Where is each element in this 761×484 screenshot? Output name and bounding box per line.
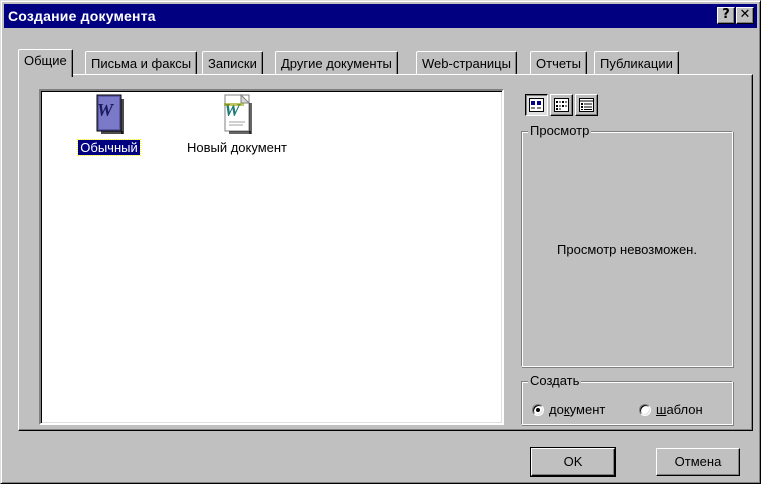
new-document-dialog: Создание документа ? ✕ Общие Письма и фа…: [0, 0, 761, 484]
word-template-icon: W: [96, 94, 124, 134]
word-document-icon: W: [224, 94, 252, 134]
document-label: Новый документ: [186, 140, 288, 155]
close-icon: ✕: [739, 7, 751, 22]
cancel-button[interactable]: Отмена: [656, 448, 740, 476]
tab-publications[interactable]: Публикации: [594, 51, 679, 75]
ok-button[interactable]: OK: [530, 447, 616, 477]
document-list[interactable]: W Обычный W Новый документ: [39, 89, 504, 425]
create-legend: Создать: [528, 373, 582, 388]
svg-text:W: W: [97, 100, 115, 120]
tab-web-pages[interactable]: Web-страницы: [416, 51, 517, 75]
details-view-button[interactable]: [575, 94, 598, 116]
radio-document[interactable]: документ: [532, 402, 605, 417]
details-view-icon: [579, 98, 594, 112]
list-view-icon: [554, 98, 569, 112]
preview-message: Просмотр невозможен.: [557, 242, 697, 257]
title-bar[interactable]: Создание документа ? ✕: [4, 4, 757, 28]
radio-unselected-icon: [639, 404, 651, 416]
tab-general[interactable]: Общие: [18, 49, 73, 77]
document-label: Обычный: [77, 139, 141, 156]
help-button[interactable]: ?: [717, 7, 735, 24]
close-button[interactable]: ✕: [736, 7, 754, 24]
list-view-button[interactable]: [550, 94, 573, 116]
create-group: Создать документ шаблон: [521, 373, 733, 425]
radio-template-label: шаблон: [656, 402, 703, 417]
large-icons-view-icon: [529, 98, 544, 112]
document-item-normal[interactable]: W Обычный: [69, 94, 149, 156]
window-title: Создание документа: [8, 8, 156, 24]
tab-letters-faxes[interactable]: Письма и факсы: [85, 51, 198, 75]
preview-legend: Просмотр: [528, 123, 592, 138]
radio-document-label: документ: [549, 402, 606, 417]
preview-group: Просмотр Просмотр невозможен.: [521, 123, 733, 367]
radio-template[interactable]: шаблон: [639, 402, 703, 417]
radio-selected-icon: [532, 404, 544, 416]
tab-reports[interactable]: Отчеты: [530, 51, 587, 75]
document-item-new[interactable]: W Новый документ: [177, 94, 297, 155]
tab-memos[interactable]: Записки: [202, 51, 263, 75]
large-icons-view-button[interactable]: [525, 94, 548, 116]
tab-other-documents[interactable]: Другие документы: [275, 51, 398, 75]
